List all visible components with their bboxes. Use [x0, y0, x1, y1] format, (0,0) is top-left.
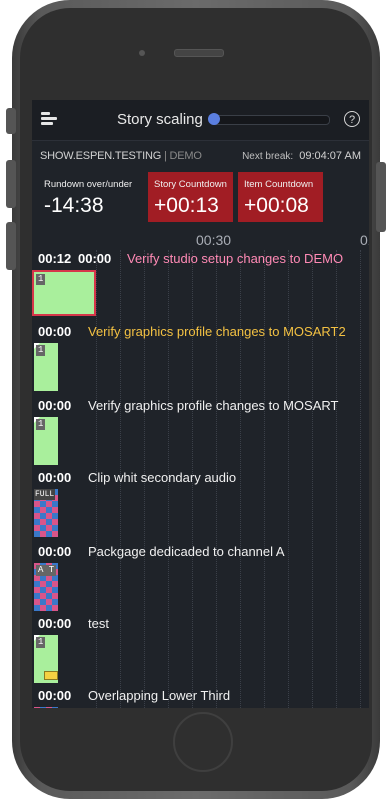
earpiece-speaker: [174, 49, 224, 57]
grid-line: [288, 250, 289, 708]
slider-knob[interactable]: [208, 113, 220, 125]
next-break: Next break: 09:04:07 AM: [242, 150, 361, 162]
item-tag: A T: [36, 565, 57, 576]
app-screen: Story scaling ? SHOW.ESPEN.TESTING | DEM…: [32, 100, 369, 708]
item-countdown-value: +00:08: [244, 194, 309, 217]
mute-switch: [6, 108, 16, 134]
story-duration: 00:00: [38, 616, 72, 631]
story-item-block[interactable]: A T: [34, 563, 58, 611]
story-duration: 00:00: [38, 398, 72, 413]
story-duration: 00:00: [78, 251, 112, 266]
story-item-block[interactable]: 1: [32, 270, 96, 316]
item-tag: 1: [36, 274, 46, 285]
story-countdown-label: Story Countdown: [154, 179, 227, 190]
menu-icon[interactable]: [41, 112, 57, 128]
story-title: Verify graphics profile changes to MOSAR…: [88, 398, 339, 413]
front-camera: [139, 50, 145, 56]
story-scaling-slider[interactable]: [210, 115, 330, 125]
item-countdown: Item Countdown +00:08: [238, 172, 323, 222]
grid-line: [360, 250, 361, 708]
home-button[interactable]: [173, 712, 233, 772]
item-tag: 1: [36, 637, 46, 648]
volume-down-button: [6, 222, 16, 270]
item-tag: 1: [36, 419, 46, 430]
story-duration: 00:00: [38, 688, 72, 703]
grid-line: [240, 250, 241, 708]
toolbar: Story scaling ?: [32, 100, 369, 141]
story-title: Verify studio setup changes to DEMO: [127, 251, 344, 266]
grid-line: [312, 250, 313, 708]
help-icon[interactable]: ?: [344, 111, 360, 127]
ruler-tick-60s: 01: [360, 232, 369, 248]
item-tag: 1: [36, 345, 46, 356]
counters: Rundown over/under -14:38 Story Countdow…: [32, 170, 369, 222]
item-tag: FULL: [34, 489, 56, 500]
story-countdown-value: +00:13: [154, 194, 219, 217]
next-break-label: Next break:: [242, 151, 294, 162]
story-item-block[interactable]: 1: [34, 635, 58, 683]
story-duration: 00:00: [38, 470, 72, 485]
overlay-marker: [44, 671, 58, 680]
info-bar: SHOW.ESPEN.TESTING | DEMO Next break: 09:…: [32, 141, 369, 171]
story-duration: 00:00: [38, 544, 72, 559]
story-title: Clip whit secondary audio: [88, 470, 237, 485]
story-item-block[interactable]: 1: [34, 343, 58, 391]
item-countdown-label: Item Countdown: [244, 179, 314, 190]
ruler-tick-30s: 00:30: [196, 232, 232, 248]
grid-line: [336, 250, 337, 708]
story-title: Verify graphics profile changes to MOSAR…: [88, 324, 346, 339]
rundown-counter: Rundown over/under -14:38: [38, 172, 150, 222]
separator: |: [163, 150, 167, 162]
story-elapsed: 00:12: [38, 251, 72, 266]
rundown-label: Rundown over/under: [44, 179, 133, 190]
volume-up-button: [6, 160, 16, 208]
story-item-block[interactable]: FULL: [34, 489, 58, 537]
story-duration: 00:00: [38, 324, 72, 339]
rundown-value: -14:38: [44, 194, 104, 217]
story-item-block[interactable]: 1: [34, 417, 58, 465]
profile-name: DEMO: [169, 150, 202, 162]
story-title: Packgage dedicaded to channel A: [88, 544, 285, 559]
show-title: SHOW.ESPEN.TESTING: [40, 150, 162, 162]
story-title: test: [88, 616, 109, 631]
story-scaling-label: Story scaling: [117, 111, 203, 128]
story-countdown: Story Countdown +00:13: [148, 172, 233, 222]
story-item-block[interactable]: [34, 707, 58, 708]
story-title: Overlapping Lower Third: [88, 688, 231, 703]
next-break-time: 09:04:07 AM: [299, 150, 361, 162]
show-name: SHOW.ESPEN.TESTING | DEMO: [40, 150, 202, 162]
grid-line: [264, 250, 265, 708]
power-button: [376, 162, 386, 232]
